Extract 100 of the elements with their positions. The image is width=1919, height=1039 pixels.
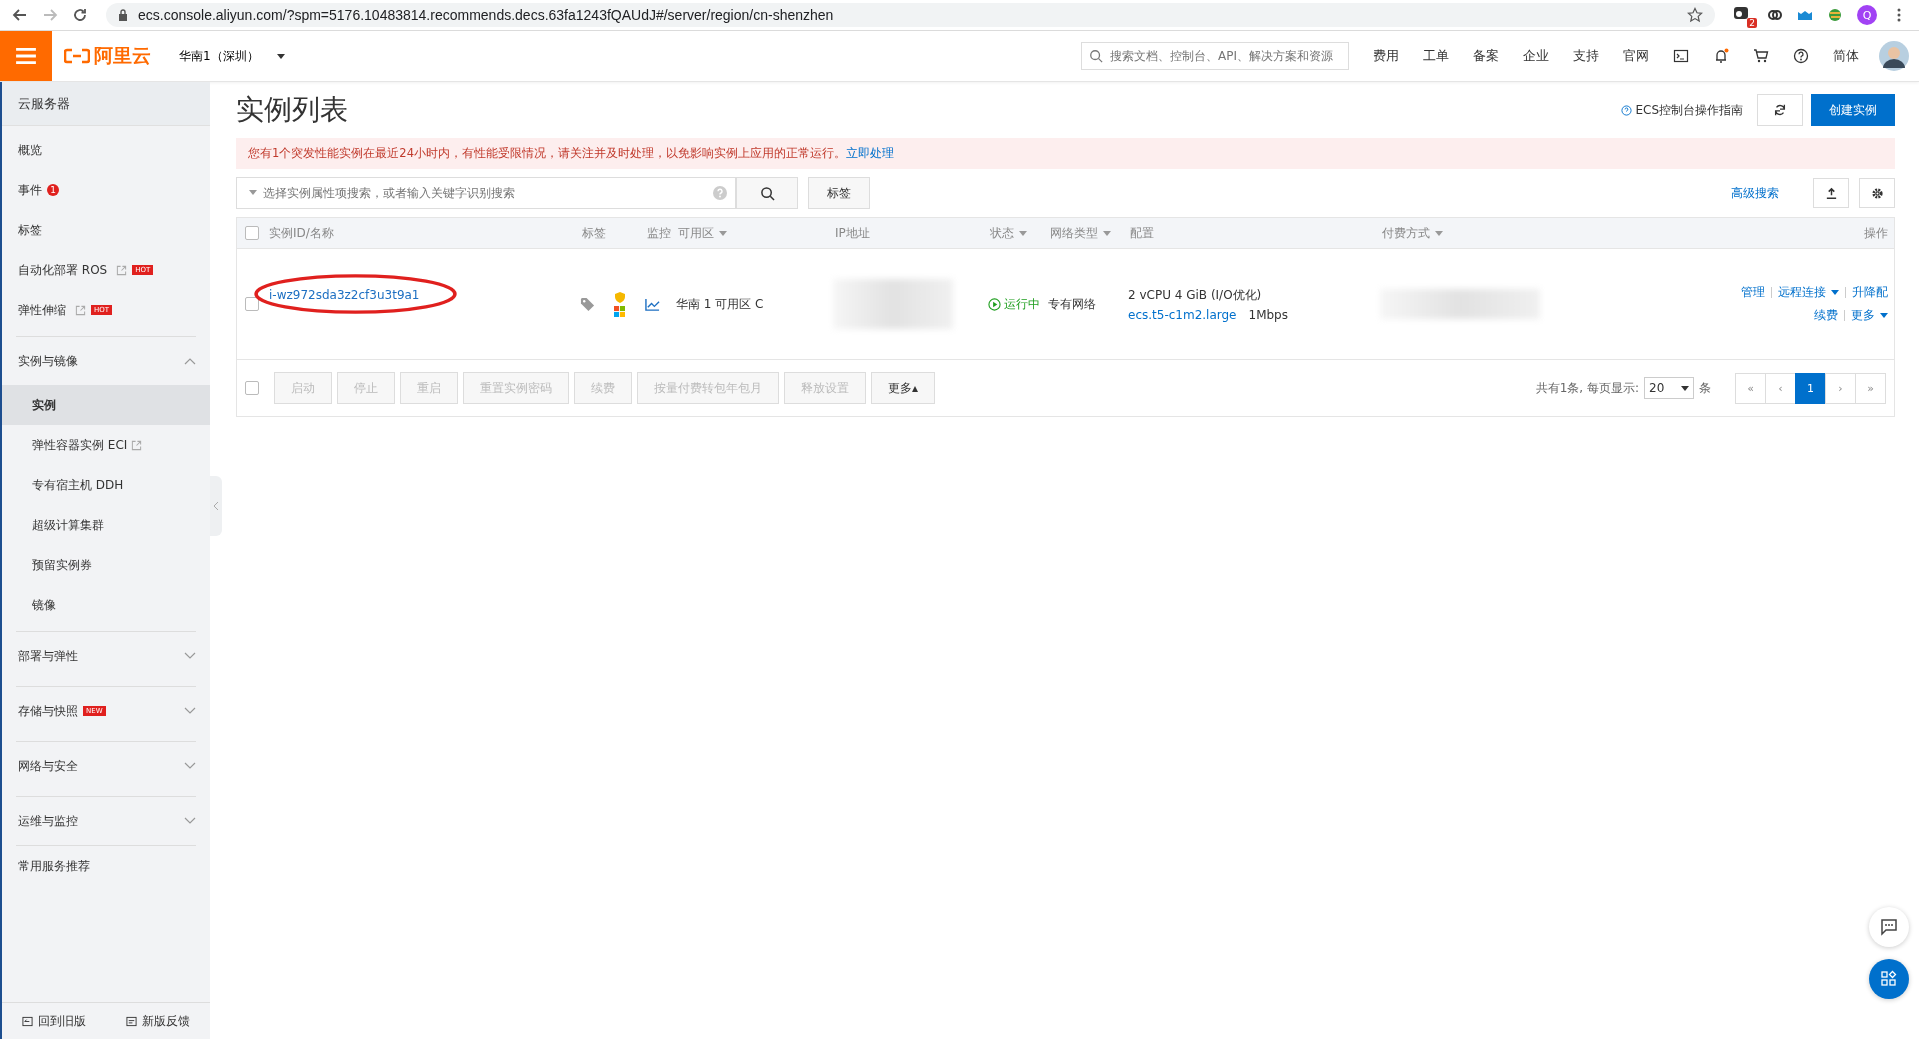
search-field[interactable]: 搜索文档、控制台、API、解决方案和资源 xyxy=(1081,42,1349,70)
help-icon[interactable] xyxy=(1793,48,1809,64)
apps-button[interactable] xyxy=(1869,959,1909,999)
sidebar-item[interactable]: 概览 xyxy=(18,141,42,159)
page-size-dropdown[interactable]: 20 xyxy=(1644,377,1694,399)
chevron-icon xyxy=(184,817,196,825)
tag-icon[interactable] xyxy=(580,296,595,312)
sidebar-item[interactable]: 专有宿主机 DDH xyxy=(2,465,210,505)
star-icon[interactable] xyxy=(1687,7,1703,23)
chevron-icon xyxy=(184,357,196,365)
settings-icon xyxy=(1870,186,1884,200)
alert-link[interactable]: 立即处理 xyxy=(845,146,894,160)
region-dropdown[interactable]: 华南1（深圳） xyxy=(173,46,291,66)
alert-message: 您有1个突发性能实例在最近24小时内，有性能受限情况，请关注并及时处理，以免影响实例上应用的正常运行。立即处理 xyxy=(236,138,1895,169)
menu-icon xyxy=(15,47,37,65)
chevron-icon xyxy=(184,652,196,660)
terminal-icon[interactable] xyxy=(1673,48,1689,64)
settings-button[interactable] xyxy=(1859,178,1895,208)
window-icon xyxy=(126,1015,137,1027)
lock-icon xyxy=(118,9,128,21)
column-header: 监控 xyxy=(647,224,671,242)
page-title: 实例列表 xyxy=(236,92,348,128)
first-page-button[interactable]: « xyxy=(1735,372,1766,404)
chart-icon[interactable] xyxy=(645,296,660,312)
sidebar-item[interactable]: 事件 xyxy=(18,181,42,199)
globe-icon[interactable] xyxy=(1827,7,1843,23)
sidebar-group[interactable]: 实例与镜像 xyxy=(16,337,196,385)
nav-link[interactable]: 支持 xyxy=(1573,47,1599,65)
nav-link[interactable]: 费用 xyxy=(1373,47,1399,65)
link-icon[interactable] xyxy=(1767,7,1783,23)
advanced-search-link[interactable]: 高级搜索 xyxy=(1731,184,1779,202)
sidebar-item[interactable]: 实例 xyxy=(2,385,210,425)
nav-link[interactable]: 官网 xyxy=(1623,47,1649,65)
pagination-summary: 共有1条, 每页显示: xyxy=(1535,379,1639,397)
sidebar-group[interactable]: 运维与监控 xyxy=(16,797,196,845)
zone-text: 华南 1 可用区 C xyxy=(676,295,764,313)
action-link[interactable]: 更多 xyxy=(1851,307,1888,324)
select-all-checkbox[interactable] xyxy=(245,381,259,395)
column-header: IP地址 xyxy=(835,224,870,242)
collapse-handle[interactable] xyxy=(210,475,222,536)
sidebar-item[interactable]: 镜像 xyxy=(2,585,210,625)
profile-avatar[interactable]: Q xyxy=(1857,5,1877,25)
instance-type-link[interactable]: ecs.t5-c1m2.large xyxy=(1128,307,1237,322)
tag-button[interactable]: 标签 xyxy=(808,177,870,209)
window-icon xyxy=(22,1015,33,1027)
user-avatar[interactable] xyxy=(1879,41,1909,71)
export-button[interactable] xyxy=(1813,178,1849,208)
nav-link[interactable]: 企业 xyxy=(1523,47,1549,65)
sidebar-item[interactable]: 自动化部署 ROS xyxy=(18,261,108,279)
config-text: 2 vCPU 4 GiB (I/O优化) xyxy=(1128,286,1262,304)
sidebar-item[interactable]: 标签 xyxy=(18,221,42,239)
sidebar-item[interactable]: 超级计算集群 xyxy=(2,505,210,545)
export-icon xyxy=(1824,186,1838,200)
chevron-icon xyxy=(184,762,196,770)
page-button[interactable]: 1 xyxy=(1795,372,1826,404)
status-text: 运行中 xyxy=(1004,295,1040,313)
cart-icon[interactable] xyxy=(1753,48,1769,64)
caret-icon xyxy=(1681,385,1689,391)
row-checkbox[interactable] xyxy=(245,297,259,311)
logo-icon xyxy=(64,48,90,64)
action-link[interactable]: 管理 xyxy=(1741,284,1765,301)
sidebar-item[interactable]: 常用服务推荐 xyxy=(18,857,90,875)
search-button[interactable] xyxy=(736,177,798,209)
chat-icon xyxy=(1880,918,1898,936)
language-link[interactable]: 简体 xyxy=(1833,47,1859,65)
windows-icon xyxy=(614,306,625,317)
select-all-checkbox[interactable] xyxy=(245,226,259,240)
play-icon xyxy=(988,297,1001,311)
column-header: 标签 xyxy=(582,224,606,242)
search-icon xyxy=(1089,49,1103,63)
feedback-button[interactable] xyxy=(1869,907,1909,947)
reload-icon[interactable] xyxy=(72,7,88,23)
column-header: 配置 xyxy=(1130,224,1154,242)
previous-page-button[interactable]: ‹ xyxy=(1765,372,1796,404)
guide-link[interactable]: ECS控制台操作指南 xyxy=(1635,101,1743,119)
address-bar[interactable]: ecs.console.aliyun.com/?spm=5176.10483814.recommends.decs.63fa1243fQAUdJ#/server/region/cn-shenzhen xyxy=(106,3,1715,27)
action-link[interactable]: 远程连接 xyxy=(1778,284,1839,301)
footer-link[interactable]: 新版反馈 xyxy=(142,1012,190,1030)
caret-icon xyxy=(249,190,257,195)
create-instance-button[interactable]: 创建实例 xyxy=(1811,94,1895,126)
sidebar-item[interactable]: 弹性容器实例 ECI xyxy=(2,425,210,465)
action-link[interactable]: 续费 xyxy=(1814,307,1838,324)
menu-button[interactable] xyxy=(0,31,52,81)
next-page-button[interactable]: › xyxy=(1825,372,1856,404)
sidebar-group[interactable]: 部署与弹性 xyxy=(16,632,196,680)
nav-link[interactable]: 工单 xyxy=(1423,47,1449,65)
sidebar-item[interactable]: 弹性伸缩 xyxy=(18,301,66,319)
bulk-action-button[interactable]: 更多▴ xyxy=(871,372,936,404)
search-icon xyxy=(759,185,775,201)
bell-icon[interactable] xyxy=(1713,48,1729,64)
back-icon[interactable] xyxy=(12,7,28,23)
sidebar-item[interactable]: 预留实例券 xyxy=(2,545,210,585)
sidebar-group[interactable]: 网络与安全 xyxy=(16,742,196,790)
last-page-button[interactable]: » xyxy=(1855,372,1886,404)
search-field[interactable]: 选择实例属性项搜索，或者输入关键字识别搜索 xyxy=(236,177,736,209)
refresh-button[interactable] xyxy=(1757,94,1803,126)
footer-link[interactable]: 回到旧版 xyxy=(38,1012,86,1030)
action-link[interactable]: 升降配 xyxy=(1852,284,1888,301)
column-header: 实例ID/名称 xyxy=(269,224,334,242)
nav-link[interactable]: 备案 xyxy=(1473,47,1499,65)
